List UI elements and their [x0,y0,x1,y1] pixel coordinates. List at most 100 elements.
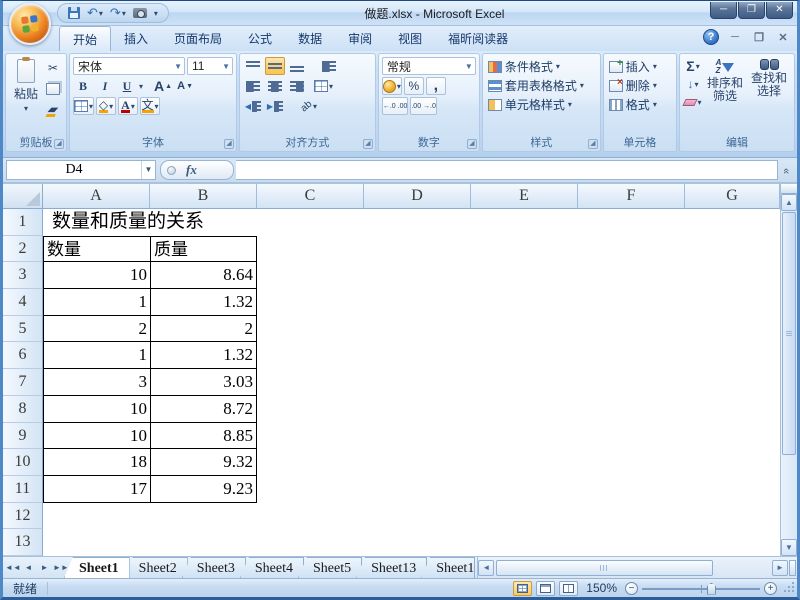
bold-button[interactable]: B [73,77,93,95]
cell-B8[interactable]: 8.72 [150,396,257,423]
cell-A3[interactable]: 10 [43,262,150,289]
cell-C6[interactable] [257,342,364,369]
scroll-up-button[interactable]: ▲ [781,194,797,211]
delete-cells-button[interactable]: 删除▾ [607,76,673,95]
select-all-corner[interactable] [3,184,43,209]
ribbon-tab-1[interactable]: 开始 [59,26,111,51]
row-header-1[interactable]: 1 [3,209,43,236]
cell-A12[interactable] [43,503,150,530]
cell-E9[interactable] [471,423,578,450]
align-middle-button[interactable] [265,57,285,75]
last-sheet-button[interactable]: ►► [53,560,68,576]
vertical-scrollbar[interactable]: ▲ ▼ [780,184,797,556]
cell-B11[interactable]: 9.23 [150,476,257,503]
cell-D3[interactable] [364,262,471,289]
phonetic-button[interactable]: 文▾ [140,97,160,115]
cell-E10[interactable] [471,449,578,476]
cell-C3[interactable] [257,262,364,289]
cell-E4[interactable] [471,289,578,316]
ribbon-tab-6[interactable]: 审阅 [335,26,385,51]
row-header-6[interactable]: 6 [3,342,43,369]
workbook-restore-button[interactable]: ❐ [751,31,767,44]
column-header-A[interactable]: A [43,184,150,209]
cell-C1[interactable] [257,209,364,236]
cell-A8[interactable]: 10 [43,396,150,423]
sheet-tab-1-Sheet1[interactable]: Sheet1 [64,557,130,578]
clipboard-dialog-launcher[interactable]: ◢ [54,139,64,149]
vertical-scroll-thumb[interactable] [782,212,796,455]
cell-A1[interactable]: 数量和质量的关系 [43,209,150,236]
cell-E12[interactable] [471,503,578,530]
row-header-11[interactable]: 11 [3,476,43,503]
format-painter-button[interactable]: ▰ [43,101,63,119]
cell-D10[interactable] [364,449,471,476]
first-sheet-button[interactable]: ◄◄ [5,560,20,576]
cell-B6[interactable]: 1.32 [150,342,257,369]
split-handle[interactable] [781,184,797,194]
screenshot-button[interactable] [131,7,149,19]
scroll-right-button[interactable]: ► [772,560,788,576]
sort-filter-button[interactable]: AZ 排序和筛选 [703,57,747,110]
cell-B12[interactable] [150,503,257,530]
ribbon-tab-3[interactable]: 页面布局 [161,26,235,51]
cell-B2[interactable]: 质量 [150,236,257,263]
sheet-tab-7-Sheet1[interactable]: Sheet1 [421,557,475,578]
cell-D13[interactable] [364,529,471,556]
cell-C5[interactable] [257,316,364,343]
workbook-minimize-button[interactable]: ─ [727,31,743,43]
cell-A6[interactable]: 1 [43,342,150,369]
row-header-9[interactable]: 9 [3,423,43,450]
ribbon-tab-8[interactable]: 福昕阅读器 [435,26,521,51]
cell-C10[interactable] [257,449,364,476]
cut-button[interactable]: ✂ [43,59,63,77]
cell-B4[interactable]: 1.32 [150,289,257,316]
expand-formula-bar-button[interactable]: « [778,160,794,180]
minimize-button[interactable]: ─ [710,2,737,19]
cell-B13[interactable] [150,529,257,556]
cell-C8[interactable] [257,396,364,423]
chevron-down-icon[interactable]: ▼ [141,161,155,179]
cell-D12[interactable] [364,503,471,530]
cell-D2[interactable] [364,236,471,263]
cell-E5[interactable] [471,316,578,343]
cell-F6[interactable] [578,342,685,369]
fill-color-button[interactable]: ◇▾ [96,97,116,115]
row-header-5[interactable]: 5 [3,316,43,343]
autosum-button[interactable]: Σ▾ [683,58,703,74]
increase-indent-button[interactable]: ▶ [265,97,285,115]
insert-function-button[interactable]: fx [160,160,234,180]
column-header-F[interactable]: F [578,184,685,209]
row-header-13[interactable]: 13 [3,529,43,556]
next-sheet-button[interactable]: ► [37,560,52,576]
cell-A9[interactable]: 10 [43,423,150,450]
cell-E11[interactable] [471,476,578,503]
undo-button[interactable]: ↶▾ [85,6,105,20]
column-header-B[interactable]: B [150,184,257,209]
cell-F1[interactable] [578,209,685,236]
align-center-button[interactable] [265,77,285,95]
scroll-down-button[interactable]: ▼ [781,539,797,556]
cell-A7[interactable]: 3 [43,369,150,396]
ribbon-tab-4[interactable]: 公式 [235,26,285,51]
cell-F9[interactable] [578,423,685,450]
format-cells-button[interactable]: 格式▾ [607,95,673,114]
align-right-button[interactable] [287,77,307,95]
close-button[interactable]: ✕ [766,2,793,19]
grow-font-button[interactable]: A▲ [153,77,173,95]
ribbon-tab-5[interactable]: 数据 [285,26,335,51]
merge-center-button[interactable]: ▾ [313,77,334,95]
cell-E2[interactable] [471,236,578,263]
cell-B9[interactable]: 8.85 [150,423,257,450]
horizontal-scroll-thumb[interactable] [496,560,713,576]
help-button[interactable]: ? [703,29,719,45]
number-format-combo[interactable]: 常规▼ [382,57,476,75]
office-button[interactable] [9,3,51,45]
cell-D1[interactable] [364,209,471,236]
restore-button[interactable]: ❐ [738,2,765,19]
cell-C12[interactable] [257,503,364,530]
cell-D7[interactable] [364,369,471,396]
column-header-C[interactable]: C [257,184,364,209]
sheet-tab-6-Sheet13[interactable]: Sheet13 [356,557,427,578]
number-dialog-launcher[interactable]: ◢ [467,139,477,149]
cell-C7[interactable] [257,369,364,396]
